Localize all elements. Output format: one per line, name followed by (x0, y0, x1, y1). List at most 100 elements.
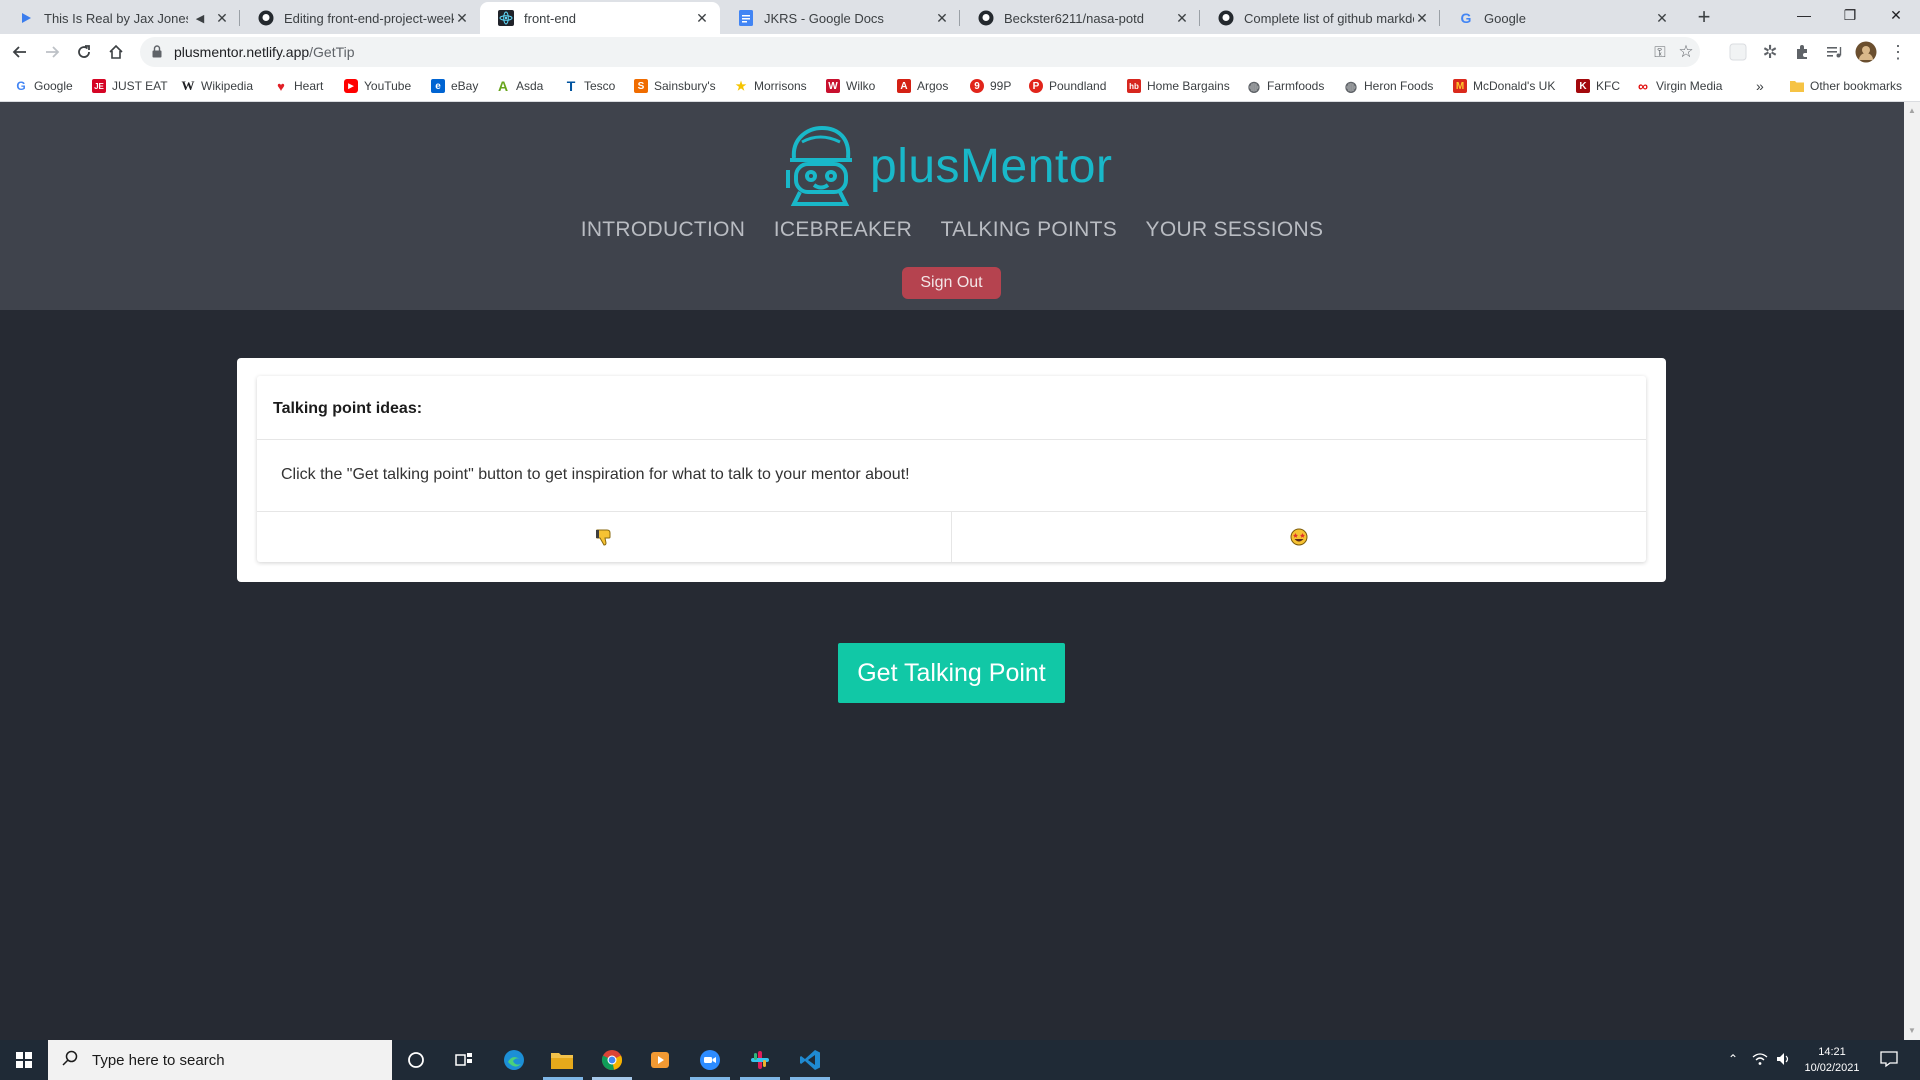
folder-icon (1790, 79, 1804, 93)
bookmark-kfc[interactable]: K KFC (1576, 77, 1620, 95)
minimize-button[interactable]: — (1780, 0, 1828, 30)
bookmark-label: eBay (451, 79, 479, 93)
close-tab-icon[interactable]: ✕ (1174, 10, 1190, 26)
media-player-icon[interactable] (647, 1048, 673, 1072)
nav-talking-points[interactable]: TALKING POINTS (941, 218, 1118, 242)
extension-blank-icon[interactable] (1726, 40, 1750, 64)
thumbs-down-button[interactable] (257, 512, 951, 562)
main-nav: INTRODUCTION ICEBREAKER TALKING POINTS Y… (0, 218, 1904, 242)
bookmark-label: JUST EAT (112, 79, 168, 93)
bookmark-wikipedia[interactable]: W Wikipedia (181, 77, 254, 95)
scroll-down-icon[interactable]: ▼ (1908, 1026, 1916, 1035)
scroll-up-icon[interactable]: ▲ (1908, 106, 1916, 115)
page-scrollbar[interactable]: ▲ ▼ (1904, 102, 1920, 1040)
close-tab-icon[interactable]: ✕ (214, 10, 230, 26)
close-tab-icon[interactable]: ✕ (1414, 10, 1430, 26)
nav-your-sessions[interactable]: YOUR SESSIONS (1146, 218, 1324, 242)
back-button[interactable] (8, 40, 32, 64)
bookmark-argos[interactable]: A Argos (897, 77, 948, 95)
get-talking-point-button[interactable]: Get Talking Point (838, 643, 1065, 703)
new-tab-button[interactable]: + (1692, 6, 1716, 30)
bookmark-youtube[interactable]: ▶ YouTube (344, 77, 411, 95)
address-bar[interactable]: plusmentor.netlify.app/GetTip ⚿ ☆ (140, 37, 1700, 67)
bookmark-heart[interactable]: ♥ Heart (274, 77, 323, 95)
cortana-icon[interactable] (403, 1048, 429, 1072)
bookmark-asda[interactable]: A Asda (496, 77, 543, 95)
bookmark-morrisons[interactable]: ★ Morrisons (734, 77, 807, 95)
media-control-icon[interactable] (1822, 40, 1846, 64)
tab-google-docs[interactable]: JKRS - Google Docs ✕ (720, 2, 960, 34)
extensions-puzzle-icon[interactable] (1790, 40, 1814, 64)
bookmark-mcdonalds[interactable]: M McDonald's UK (1453, 77, 1555, 95)
forward-button[interactable] (40, 40, 64, 64)
close-tab-icon[interactable]: ✕ (1654, 10, 1670, 26)
tray-chevron-icon[interactable]: ⌃ (1728, 1052, 1738, 1066)
tab-title: front-end (524, 10, 577, 26)
virgin-media-icon: ∞ (1638, 78, 1648, 94)
lock-icon[interactable] (152, 45, 162, 63)
bookmark-just-eat[interactable]: JE JUST EAT (92, 77, 168, 95)
bookmark-label: Asda (516, 79, 544, 93)
site-logo[interactable]: plusMentor (780, 124, 1112, 208)
bookmark-heron-foods[interactable]: ◍ Heron Foods (1344, 77, 1433, 95)
tab-google[interactable]: G Google ✕ (1440, 2, 1680, 34)
extension-bug-icon[interactable]: ✲ (1758, 40, 1782, 64)
tab-github-editing[interactable]: Editing front-end-project-week- ✕ (240, 2, 480, 34)
star-icon[interactable]: ☆ (1674, 40, 1698, 64)
google-icon: G (1460, 10, 1472, 26)
close-window-button[interactable]: ✕ (1872, 0, 1920, 30)
bookmark-sainsburys[interactable]: S Sainsbury's (634, 77, 716, 95)
taskbar-search[interactable]: Type here to search (48, 1040, 392, 1080)
docs-icon (738, 10, 754, 26)
bookmark-tesco[interactable]: T Tesco (564, 77, 616, 95)
other-bookmarks-folder[interactable]: Other bookmarks (1790, 77, 1902, 95)
nav-introduction[interactable]: INTRODUCTION (581, 218, 746, 242)
close-tab-icon[interactable]: ✕ (454, 10, 470, 26)
vscode-icon[interactable] (797, 1048, 823, 1072)
tab-markdown-list[interactable]: Complete list of github markdow ✕ (1200, 2, 1440, 34)
more-bookmarks-button[interactable]: » (1756, 77, 1764, 95)
home-button[interactable] (104, 40, 128, 64)
system-clock[interactable]: 14:21 10/02/2021 (1794, 1044, 1870, 1076)
wifi-icon[interactable] (1752, 1052, 1768, 1069)
volume-icon[interactable] (1776, 1052, 1792, 1069)
profile-avatar[interactable] (1854, 40, 1878, 64)
bookmark-home-bargains[interactable]: hb Home Bargains (1127, 77, 1230, 95)
bookmark-label: Heron Foods (1364, 79, 1434, 93)
bookmark-wilko[interactable]: W Wilko (826, 77, 875, 95)
star-struck-button[interactable] (951, 512, 1646, 562)
chrome-icon[interactable] (599, 1048, 625, 1072)
sign-out-button[interactable]: Sign Out (902, 267, 1001, 299)
nav-icebreaker[interactable]: ICEBREAKER (774, 218, 912, 242)
edge-icon[interactable] (501, 1048, 527, 1072)
browser-toolbar: plusmentor.netlify.app/GetTip ⚿ ☆ ✲ ⋮ (0, 34, 1920, 70)
wikipedia-icon: W (181, 78, 195, 93)
slack-icon[interactable] (747, 1048, 773, 1072)
key-icon[interactable]: ⚿ (1648, 40, 1672, 64)
bookmark-poundland[interactable]: P Poundland (1029, 77, 1106, 95)
wilko-icon: W (826, 79, 840, 93)
bookmark-99p[interactable]: 9 99P (970, 77, 1011, 95)
mute-icon[interactable]: ◀ (192, 10, 208, 26)
bookmark-label: Heart (294, 79, 324, 93)
mcdonalds-icon: M (1453, 79, 1467, 93)
notifications-icon[interactable] (1880, 1050, 1898, 1071)
bookmark-google[interactable]: G Google (14, 77, 72, 95)
close-tab-icon[interactable]: ✕ (694, 10, 710, 26)
tab-music[interactable]: This Is Real by Jax Jones Feat ◀ ✕ (0, 2, 240, 34)
reload-button[interactable] (72, 40, 96, 64)
start-button[interactable] (0, 1040, 48, 1080)
tab-title: Editing front-end-project-week- (284, 10, 454, 26)
tab-front-end[interactable]: front-end ✕ (480, 2, 720, 34)
card-footer (257, 512, 1646, 562)
tab-nasa-potd[interactable]: Beckster6211/nasa-potd ✕ (960, 2, 1200, 34)
bookmark-virgin-media[interactable]: ∞ Virgin Media (1636, 77, 1722, 95)
close-tab-icon[interactable]: ✕ (934, 10, 950, 26)
file-explorer-icon[interactable] (549, 1048, 575, 1072)
zoom-icon[interactable] (697, 1048, 723, 1072)
bookmark-farmfoods[interactable]: ◍ Farmfoods (1247, 77, 1324, 95)
bookmark-ebay[interactable]: e eBay (431, 77, 478, 95)
restore-button[interactable]: ❐ (1826, 0, 1874, 30)
task-view-icon[interactable] (451, 1048, 477, 1072)
menu-kebab-icon[interactable]: ⋮ (1886, 40, 1910, 64)
